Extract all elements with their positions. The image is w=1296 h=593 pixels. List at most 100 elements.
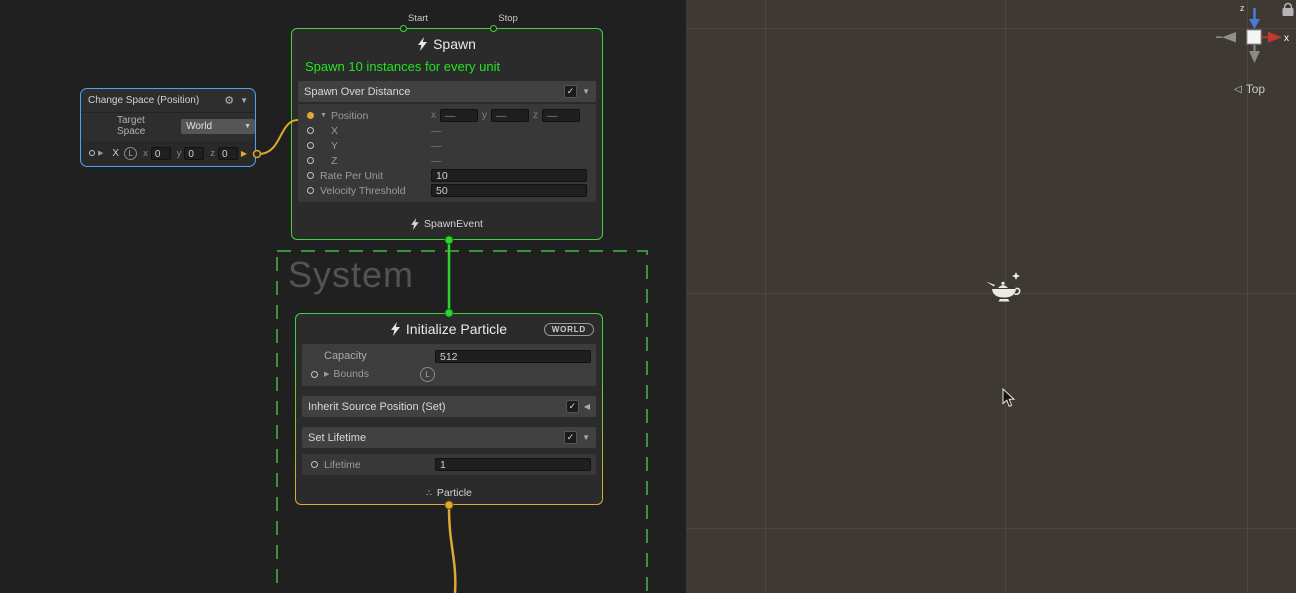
- gear-icon[interactable]: ⚙: [224, 94, 234, 107]
- bounds-input-port[interactable]: [311, 371, 318, 378]
- target-space-label: Target Space: [117, 115, 174, 137]
- lifetime-input-port[interactable]: [311, 461, 318, 468]
- spawn-event-output[interactable]: SpawnEvent: [292, 218, 602, 230]
- y-value: —: [431, 140, 442, 152]
- change-space-header[interactable]: Change Space (Position) ⚙ ▼: [81, 89, 255, 113]
- triangle-left-icon: ◁: [1234, 84, 1242, 95]
- view-label-text: Top: [1246, 82, 1265, 96]
- lifetime-row: Lifetime 1: [302, 457, 596, 472]
- rate-per-unit-row: Rate Per Unit 10: [298, 168, 596, 183]
- chevron-down-icon[interactable]: ▼: [240, 96, 248, 105]
- local-space-icon[interactable]: L: [420, 367, 435, 382]
- flow-input-stop-port[interactable]: [490, 25, 497, 32]
- foldout-collapsed-icon[interactable]: ▶: [98, 149, 103, 157]
- change-space-io-row: ▶ X L x 0 y 0 z 0 ▶: [82, 141, 254, 165]
- block-enabled-checkbox[interactable]: ✓: [566, 400, 579, 413]
- world-space-badge[interactable]: WORLD: [544, 323, 594, 336]
- x-label: X: [331, 125, 338, 137]
- flow-input-start-port[interactable]: [400, 25, 407, 32]
- position-y-field[interactable]: —: [491, 109, 529, 122]
- spawn-context-node[interactable]: Start Stop Spawn Spawn 10 instances for …: [291, 28, 603, 240]
- position-z-field[interactable]: —: [542, 109, 580, 122]
- position-label: Position: [331, 110, 368, 122]
- port-x-label: X: [112, 148, 119, 159]
- block-label: Set Lifetime: [308, 432, 366, 444]
- foldout-collapsed-icon[interactable]: ▶: [324, 370, 329, 378]
- scene-orientation-gizmo[interactable]: z x: [1216, 0, 1296, 72]
- velocity-threshold-input-port[interactable]: [307, 187, 314, 194]
- rate-per-unit-field[interactable]: 10: [431, 169, 587, 182]
- x-input-port[interactable]: [307, 127, 314, 134]
- position-x-field[interactable]: —: [440, 109, 478, 122]
- initialize-particle-node[interactable]: Initialize Particle WORLD Capacity 512 ▶…: [295, 313, 603, 505]
- rate-per-unit-input-port[interactable]: [307, 172, 314, 179]
- chevron-down-icon[interactable]: ▼: [582, 433, 590, 442]
- chevron-left-icon[interactable]: ◀: [584, 402, 590, 411]
- spawn-block-properties: ▼ Position x — y — z — X —: [298, 104, 596, 202]
- capacity-field[interactable]: 512: [435, 350, 591, 363]
- gizmo-z-cone[interactable]: [1249, 19, 1260, 29]
- set-lifetime-properties: Lifetime 1: [302, 454, 596, 475]
- grid-line: [765, 0, 766, 593]
- position-row: ▼ Position x — y — z —: [298, 108, 596, 123]
- lightning-icon: [391, 322, 400, 336]
- edge-particle[interactable]: [449, 509, 455, 593]
- z-value-field[interactable]: 0: [218, 147, 238, 160]
- block-spawn-over-distance[interactable]: Spawn Over Distance ✓ ▼: [298, 81, 596, 102]
- lock-icon[interactable]: [1283, 4, 1294, 17]
- local-space-icon[interactable]: L: [124, 147, 137, 160]
- y-label: Y: [331, 140, 338, 152]
- flow-input-start-label: Start: [408, 13, 428, 24]
- capacity-row: Capacity 512: [302, 347, 596, 365]
- gizmo-negx-cone[interactable]: [1222, 32, 1236, 43]
- init-node-title: Initialize Particle: [406, 321, 507, 337]
- foldout-open-icon[interactable]: ▼: [320, 112, 327, 119]
- flow-input-stop-label: Stop: [498, 13, 518, 24]
- target-space-value: World: [186, 121, 212, 132]
- bounds-row: ▶ Bounds L: [302, 365, 596, 383]
- velocity-threshold-field[interactable]: 50: [431, 184, 587, 197]
- gizmo-cube[interactable]: [1247, 30, 1261, 44]
- init-settings: Capacity 512 ▶ Bounds L: [302, 344, 596, 386]
- y-input-port[interactable]: [307, 142, 314, 149]
- block-inherit-source-position[interactable]: Inherit Source Position (Set) ✓ ◀: [302, 396, 596, 417]
- graph-canvas[interactable]: System Start Stop Spawn Spawn 10 instanc…: [0, 0, 686, 593]
- mouse-cursor: [1002, 388, 1016, 408]
- change-space-title: Change Space (Position): [88, 95, 199, 106]
- gizmo-view-label[interactable]: ◁ Top: [1234, 82, 1265, 96]
- gizmo-x-label: x: [1284, 33, 1289, 44]
- z-value: —: [431, 155, 442, 167]
- x-row: X —: [298, 123, 596, 138]
- axis-x-label: x: [143, 148, 148, 159]
- x-input-port[interactable]: [89, 150, 95, 156]
- axis-y-label: y: [177, 148, 182, 159]
- position-input-port[interactable]: [307, 112, 314, 119]
- velocity-threshold-label: Velocity Threshold: [320, 185, 406, 197]
- block-enabled-checkbox[interactable]: ✓: [564, 85, 577, 98]
- gizmo-negz-cone[interactable]: [1249, 51, 1260, 63]
- grid-line: [686, 528, 1296, 529]
- scene-view[interactable]: z x ◁ Top: [686, 0, 1296, 593]
- block-set-lifetime[interactable]: Set Lifetime ✓ ▼: [302, 427, 596, 448]
- spawn-node-subtitle: Spawn 10 instances for every unit: [305, 59, 602, 74]
- lifetime-field[interactable]: 1: [435, 458, 591, 471]
- capacity-label: Capacity: [324, 350, 367, 362]
- y-value-field[interactable]: 0: [184, 147, 204, 160]
- x-value-field[interactable]: 0: [151, 147, 171, 160]
- spawn-node-title: Spawn: [433, 36, 476, 52]
- vfx-gizmo-icon[interactable]: [986, 272, 1026, 308]
- chevron-down-icon[interactable]: ▼: [582, 87, 590, 96]
- x-value: —: [431, 125, 442, 137]
- spawn-node-header: Spawn: [292, 29, 602, 59]
- z-input-port[interactable]: [307, 157, 314, 164]
- target-space-dropdown[interactable]: World ▼: [181, 119, 255, 134]
- bounds-label: Bounds: [333, 368, 369, 380]
- dropdown-arrow-icon: ▼: [244, 119, 251, 134]
- particle-dots-icon: ∴: [426, 488, 432, 499]
- change-space-node[interactable]: Change Space (Position) ⚙ ▼ Target Space…: [80, 88, 256, 167]
- particle-output[interactable]: ∴ Particle: [296, 487, 602, 499]
- velocity-threshold-row: Velocity Threshold 50: [298, 183, 596, 198]
- gizmo-x-cone[interactable]: [1268, 32, 1282, 43]
- z-row: Z —: [298, 153, 596, 168]
- block-enabled-checkbox[interactable]: ✓: [564, 431, 577, 444]
